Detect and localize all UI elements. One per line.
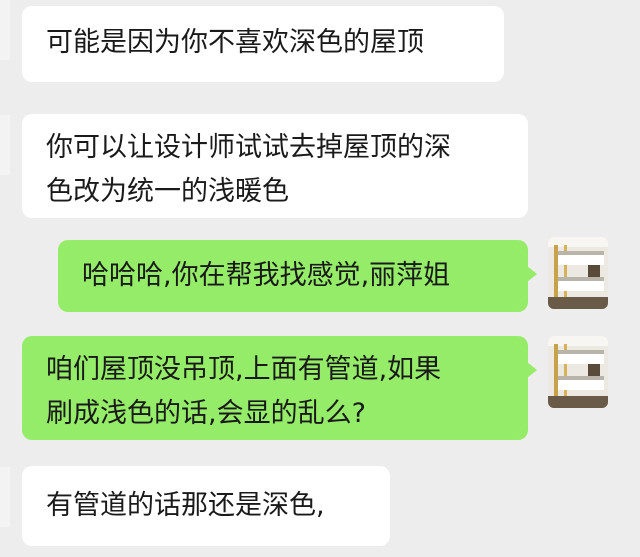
message-text: 咱们屋顶没吊顶,上面有管道,如果 xyxy=(46,354,442,385)
left-avatar-edge xyxy=(0,467,10,527)
message-bubble-outgoing[interactable]: 咱们屋顶没吊顶,上面有管道,如果 刷成浅色的话,会显的乱么? xyxy=(22,336,537,440)
message-text: 你可以让设计师试试去掉屋顶的深 xyxy=(46,132,451,163)
message-text: 可能是因为你不喜欢深色的屋顶 xyxy=(46,27,424,58)
bunk-bed-photo-icon xyxy=(548,336,608,408)
message-bubble-outgoing[interactable]: 哈哈哈,你在帮我找感觉,丽萍姐 xyxy=(58,240,537,312)
message-bubble-incoming[interactable]: 可能是因为你不喜欢深色的屋顶 xyxy=(22,6,504,82)
message-text: 哈哈哈,你在帮我找感觉,丽萍姐 xyxy=(82,260,451,291)
message-text: 刷成浅色的话,会显的乱么? xyxy=(46,398,366,429)
bunk-bed-photo-icon xyxy=(548,237,608,309)
user-avatar[interactable] xyxy=(548,237,608,309)
user-avatar[interactable] xyxy=(548,336,608,408)
left-avatar-edge xyxy=(0,0,10,60)
left-avatar-edge xyxy=(0,115,10,175)
message-bubble-incoming[interactable]: 你可以让设计师试试去掉屋顶的深 色改为统一的浅暖色 xyxy=(22,114,528,218)
message-text: 色改为统一的浅暖色 xyxy=(46,176,289,207)
message-bubble-incoming[interactable]: 有管道的话那还是深色, xyxy=(22,466,390,546)
message-text: 有管道的话那还是深色, xyxy=(46,490,325,521)
